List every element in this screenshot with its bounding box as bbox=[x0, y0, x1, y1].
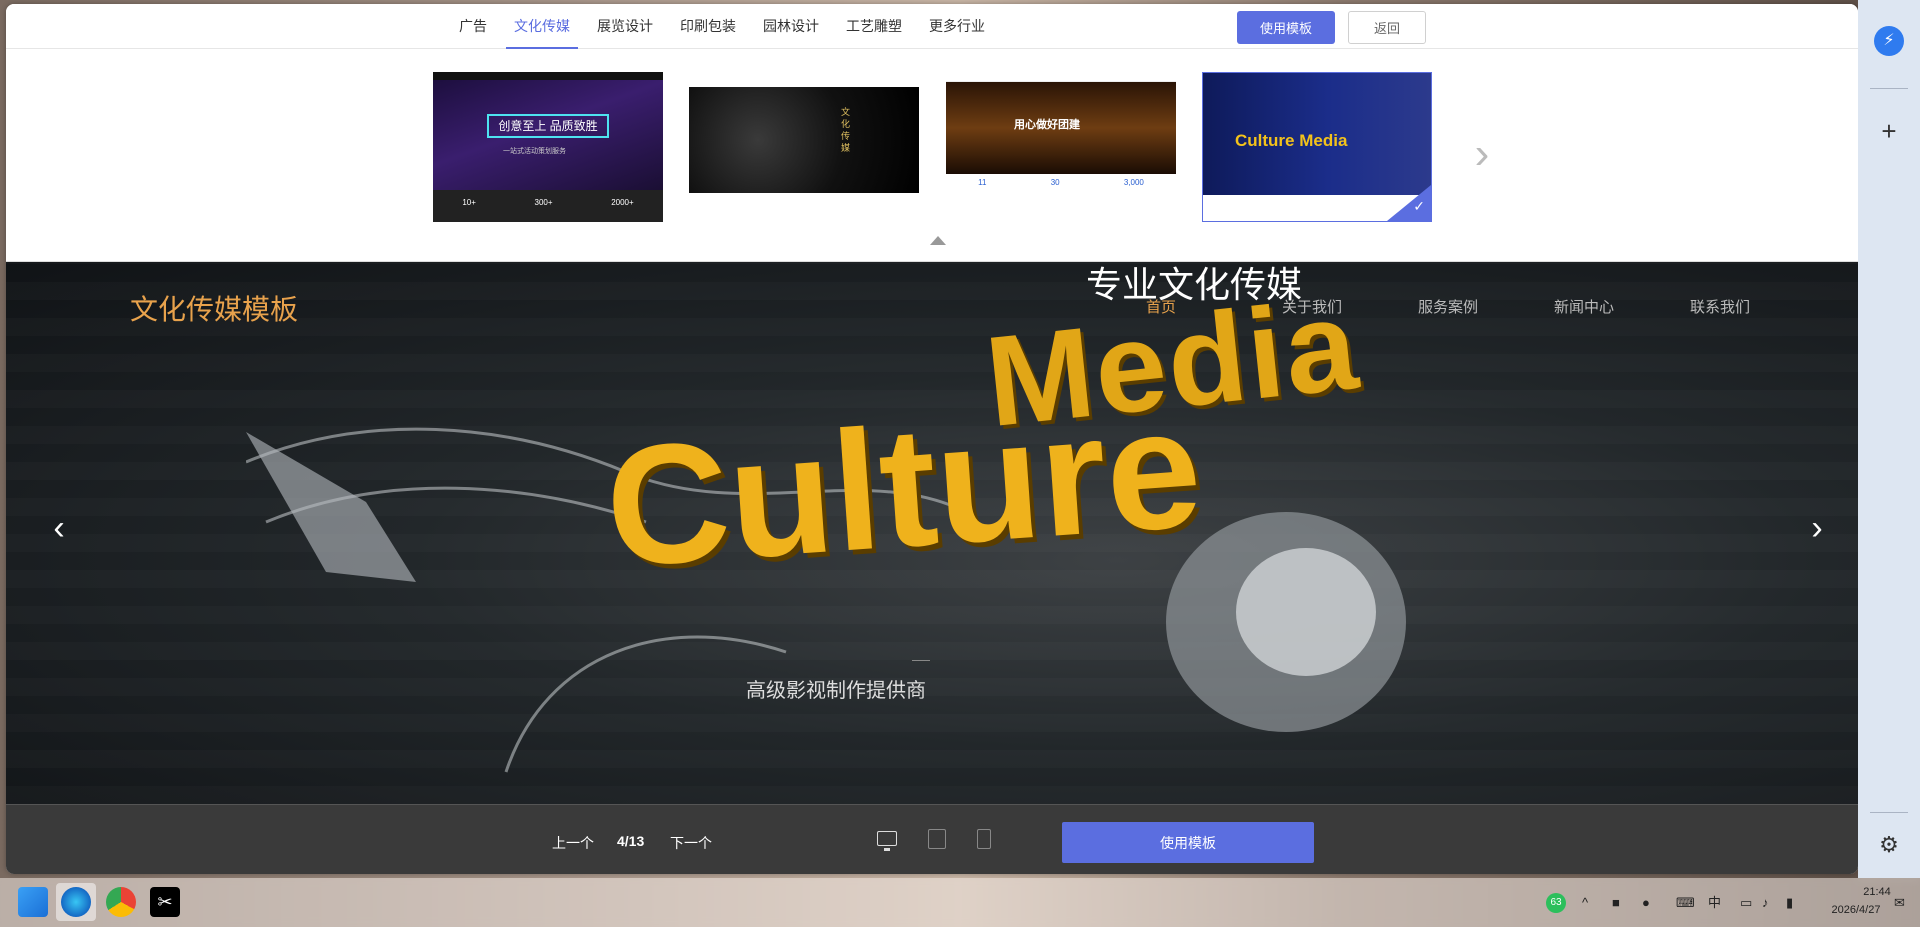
hero-divider bbox=[912, 660, 930, 661]
thumbnail-stat: 11 bbox=[978, 178, 987, 187]
site-nav-contact[interactable]: 联系我们 bbox=[1690, 296, 1826, 317]
thumbnail-header bbox=[946, 72, 1176, 82]
thumbnail-stats: 11 30 3,000 bbox=[946, 178, 1176, 187]
chevron-right-icon[interactable]: › bbox=[1462, 124, 1502, 184]
thumbnail-stats: 10+ 300+ 2000+ bbox=[433, 190, 663, 222]
site-nav: 首页 关于我们 服务案例 新闻中心 联系我们 bbox=[1146, 296, 1826, 317]
thumbnail-stat: 3,000 bbox=[1123, 178, 1144, 187]
template-thumbnail-4-selected[interactable]: Culture Media ✓ bbox=[1202, 72, 1432, 222]
site-logo-text[interactable]: 文化传媒模板 bbox=[130, 288, 298, 328]
thumbnail-subcaption: 一站式活动策划服务 bbox=[503, 148, 566, 155]
thumbnail-stat: 2000+ bbox=[611, 198, 634, 207]
windows-start-icon[interactable] bbox=[18, 887, 48, 917]
use-template-button-top[interactable]: 使用模板 bbox=[1237, 11, 1335, 44]
next-template-button[interactable]: 下一个 bbox=[670, 833, 712, 853]
template-preview-hero: Media Culture 专业文化传媒 文化传媒模板 首页 关于我们 服务案例… bbox=[6, 262, 1858, 804]
template-preview-window: 广告 文化传媒 展览设计 印刷包装 园林设计 工艺雕塑 更多行业 使用模板 返回… bbox=[6, 4, 1858, 874]
tab-printing-packaging[interactable]: 印刷包装 bbox=[672, 4, 744, 49]
site-nav-news[interactable]: 新闻中心 bbox=[1554, 296, 1690, 317]
tablet-view-icon[interactable] bbox=[928, 829, 946, 849]
volume-icon[interactable]: ♪ bbox=[1762, 878, 1769, 927]
hero-subtitle: 高级影视制作提供商 bbox=[746, 680, 926, 702]
template-thumbnail-1[interactable]: 创意至上 品质致胜 一站式活动策划服务 10+ 300+ 2000+ bbox=[433, 72, 663, 222]
thumbnail-stat: 300+ bbox=[534, 198, 553, 207]
battery-icon[interactable]: ▮ bbox=[1786, 878, 1793, 927]
site-nav-cases[interactable]: 服务案例 bbox=[1418, 296, 1554, 317]
ime-indicator[interactable]: 中 bbox=[1708, 878, 1721, 927]
sidebar-divider bbox=[1870, 88, 1908, 89]
site-nav-about[interactable]: 关于我们 bbox=[1282, 296, 1418, 317]
tab-exhibition-design[interactable]: 展览设计 bbox=[589, 4, 661, 49]
lightning-icon[interactable]: ⚡ bbox=[1874, 26, 1904, 56]
windows-taskbar: ✂ 63 ^ ■ ● ⌨ 中 ▭ ♪ ▮ 21:44 2026/4/27 ✉ bbox=[0, 878, 1920, 927]
tab-culture-media[interactable]: 文化传媒 bbox=[506, 4, 578, 49]
thumbnail-stat: 30 bbox=[1050, 178, 1060, 187]
slide-prev-arrow-icon[interactable]: ‹ bbox=[44, 508, 74, 548]
template-counter: 4/13 bbox=[617, 833, 645, 849]
slide-next-arrow-icon[interactable]: › bbox=[1802, 508, 1832, 548]
chevron-up-icon[interactable]: ^ bbox=[1582, 878, 1588, 927]
prev-template-button[interactable]: 上一个 bbox=[552, 833, 594, 853]
thumbnail-caption: 创意至上 品质致胜 bbox=[487, 114, 609, 138]
desktop-view-icon[interactable] bbox=[877, 831, 897, 851]
collapse-up-icon[interactable] bbox=[930, 236, 946, 245]
network-icon[interactable]: ▭ bbox=[1740, 878, 1752, 927]
gear-icon[interactable]: ⚙ bbox=[1876, 832, 1902, 858]
keyboard-icon[interactable]: ⌨ bbox=[1676, 878, 1695, 927]
edge-browser-icon[interactable] bbox=[61, 887, 91, 917]
browser-right-sidebar: ⚡ + ⚙ bbox=[1858, 0, 1920, 878]
category-tabs: 广告 文化传媒 展览设计 印刷包装 园林设计 工艺雕塑 更多行业 bbox=[451, 4, 1004, 49]
preview-control-bar: 上一个 4/13 下一个 使用模板 bbox=[6, 804, 1858, 874]
chrome-browser-icon[interactable] bbox=[106, 887, 136, 917]
tab-more-industries[interactable]: 更多行业 bbox=[921, 4, 993, 49]
thumbnail-header bbox=[433, 72, 663, 80]
mobile-view-icon[interactable] bbox=[977, 829, 991, 849]
thumbnail-caption: 文化传媒 bbox=[841, 107, 851, 153]
sidebar-divider bbox=[1870, 812, 1908, 813]
site-nav-home[interactable]: 首页 bbox=[1146, 296, 1282, 317]
template-thumbnail-3[interactable]: 用心做好团建 11 30 3,000 bbox=[946, 72, 1176, 222]
tab-advertising[interactable]: 广告 bbox=[451, 4, 495, 49]
tab-crafts-sculpture[interactable]: 工艺雕塑 bbox=[838, 4, 910, 49]
category-bar: 广告 文化传媒 展览设计 印刷包装 园林设计 工艺雕塑 更多行业 使用模板 返回 bbox=[6, 4, 1858, 49]
back-button[interactable]: 返回 bbox=[1348, 11, 1426, 44]
plus-icon[interactable]: + bbox=[1876, 118, 1902, 144]
tray-app-icon[interactable]: ● bbox=[1642, 878, 1650, 927]
thumbnail-stat: 10+ bbox=[462, 198, 476, 207]
template-thumbnail-2[interactable]: 文化传媒 bbox=[689, 72, 919, 222]
tab-landscape-design[interactable]: 园林设计 bbox=[755, 4, 827, 49]
checkmark-icon: ✓ bbox=[1413, 198, 1425, 214]
thumbnail-image bbox=[689, 87, 919, 193]
thumbnail-caption: 用心做好团建 bbox=[1014, 119, 1080, 131]
tray-app-icon[interactable]: ■ bbox=[1612, 878, 1620, 927]
clock-date[interactable]: 2026/4/27 bbox=[1820, 904, 1892, 916]
capcut-app-icon[interactable]: ✂ bbox=[150, 887, 180, 917]
thumbnail-caption: Culture Media bbox=[1235, 131, 1348, 150]
notification-icon[interactable]: ✉ bbox=[1894, 878, 1905, 927]
use-template-button-bottom[interactable]: 使用模板 bbox=[1062, 822, 1314, 863]
template-thumbnail-strip: 创意至上 品质致胜 一站式活动策划服务 10+ 300+ 2000+ 文化传媒 … bbox=[6, 50, 1858, 262]
hero-word-culture: Culture bbox=[600, 372, 1207, 604]
tray-badge[interactable]: 63 bbox=[1546, 893, 1566, 913]
